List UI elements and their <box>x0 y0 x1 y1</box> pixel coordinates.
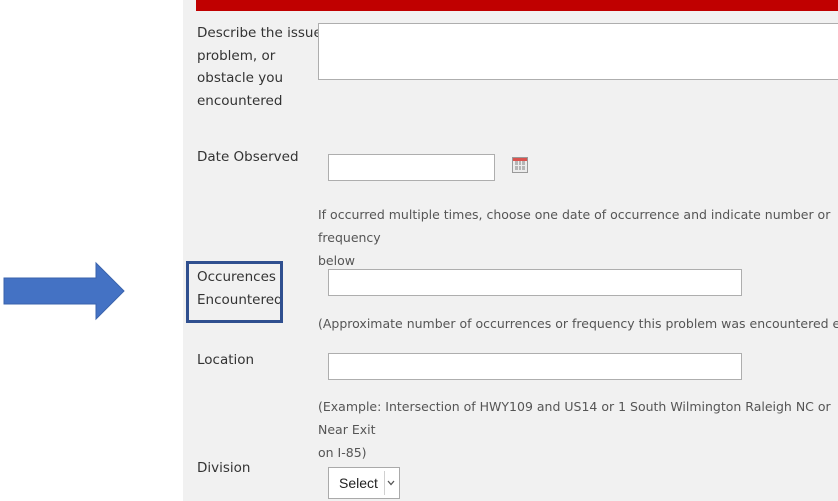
occurrences-input[interactable] <box>328 269 742 296</box>
date-observed-label: Date Observed <box>197 149 299 165</box>
header-bar <box>196 0 838 11</box>
division-select-value: Select <box>339 475 378 491</box>
issue-label: Describe the issue, problem, or obstacle… <box>197 25 327 109</box>
division-select[interactable]: Select <box>328 467 400 499</box>
location-label: Location <box>197 352 255 368</box>
location-help: (Example: Intersection of HWY109 and US1… <box>318 399 831 460</box>
division-label: Division <box>197 460 251 476</box>
calendar-icon[interactable] <box>512 157 528 173</box>
annotation-arrow <box>3 261 125 321</box>
date-observed-input[interactable] <box>328 154 495 181</box>
chevron-down-icon <box>384 471 397 495</box>
location-input[interactable] <box>328 353 742 380</box>
issue-textarea[interactable] <box>318 23 838 80</box>
occurrences-help: (Approximate number of occurrences or fr… <box>318 316 838 331</box>
occurrences-highlight-box <box>186 261 283 323</box>
date-observed-help: If occurred multiple times, choose one d… <box>318 207 831 268</box>
